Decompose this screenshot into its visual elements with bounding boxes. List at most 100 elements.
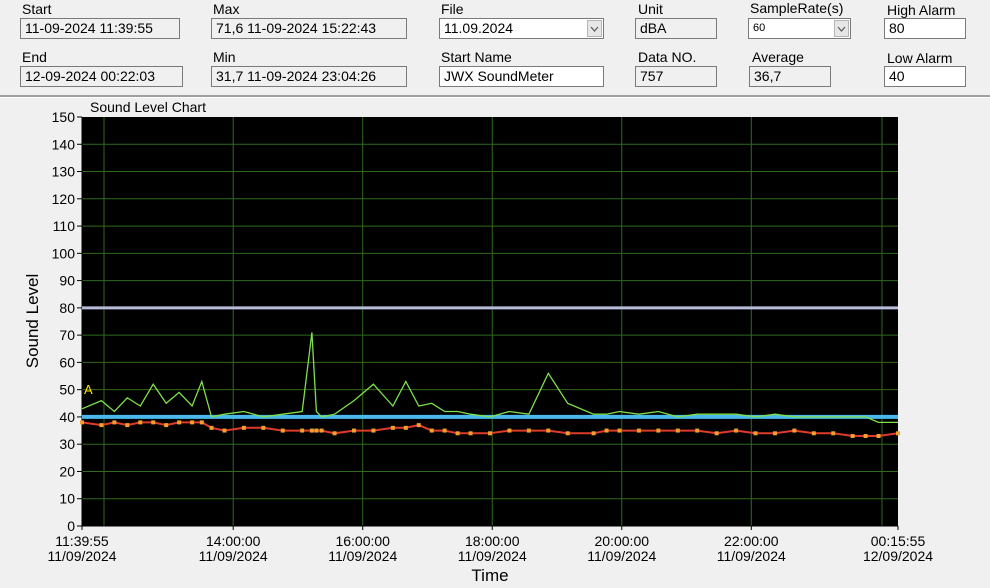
x-tick-date: 11/09/2024 [587, 548, 656, 564]
x-tick-date: 11/09/2024 [47, 548, 116, 564]
data-point [280, 428, 285, 433]
end-field[interactable]: 12-09-2024 00:22:03 [20, 66, 183, 87]
data-point [546, 428, 551, 433]
y-tick-label: 40 [59, 409, 75, 425]
y-tick-label: 120 [52, 191, 76, 207]
low-alarm-label: Low Alarm [887, 50, 953, 66]
data-point [390, 425, 395, 430]
max-field[interactable]: 71,6 11-09-2024 15:22:43 [211, 18, 407, 39]
y-axis-title: Sound Level [23, 274, 42, 369]
data-point [831, 431, 836, 436]
y-tick-label: 100 [52, 245, 76, 261]
data-point [468, 431, 473, 436]
data-point [591, 431, 596, 436]
sample-rate-select[interactable]: 60 [748, 18, 851, 39]
x-tick-time: 18:00:00 [465, 533, 520, 549]
end-label: End [22, 49, 47, 65]
high-alarm-label: High Alarm [887, 2, 956, 18]
data-point [792, 428, 797, 433]
y-tick-label: 90 [59, 273, 75, 289]
data-point [734, 428, 739, 433]
data-no-label: Data NO. [638, 49, 697, 65]
plot-area[interactable] [82, 117, 898, 526]
y-tick-label: 0 [67, 518, 75, 534]
data-point [565, 431, 570, 436]
data-point [199, 420, 204, 425]
y-tick-label: 10 [59, 491, 75, 507]
low-alarm-field[interactable]: 40 [884, 66, 966, 87]
data-point [863, 434, 868, 439]
data-point [896, 431, 900, 436]
data-point [80, 420, 84, 425]
start-name-field[interactable]: JWX SoundMeter [439, 66, 604, 87]
data-point [714, 431, 719, 436]
file-select-value: 11.09.2024 [444, 20, 514, 36]
max-label: Max [213, 1, 240, 17]
data-point [319, 428, 324, 433]
min-field[interactable]: 31,7 11-09-2024 23:04:26 [211, 66, 407, 87]
x-tick-time: 11:39:55 [55, 533, 109, 549]
x-tick-time: 14:00:00 [206, 533, 261, 549]
data-point [209, 425, 214, 430]
y-axis: 0 10 20 30 40 50 60 70 80 90 100 110 120 130 140 150 [52, 109, 83, 534]
y-tick-label: 150 [52, 109, 76, 125]
unit-field[interactable]: dBA [635, 18, 717, 39]
data-point [488, 431, 492, 436]
data-point [526, 428, 531, 433]
data-point [138, 420, 143, 425]
data-point [772, 431, 777, 436]
x-tick-date: 11/09/2024 [328, 548, 397, 564]
start-field[interactable]: 11-09-2024 11:39:55 [20, 18, 180, 39]
data-point [309, 428, 314, 433]
y-tick-label: 70 [59, 327, 75, 343]
x-axis-title: Time [471, 566, 508, 585]
y-tick-label: 140 [52, 136, 76, 152]
y-tick-label: 20 [59, 463, 75, 479]
start-name-label: Start Name [441, 49, 512, 65]
x-tick-time: 22:00:00 [724, 533, 779, 549]
data-point [656, 428, 661, 433]
data-point [371, 428, 376, 433]
marker-label: A [84, 382, 93, 397]
unit-label: Unit [638, 1, 663, 17]
data-point [300, 428, 305, 433]
data-point [429, 428, 434, 433]
data-point [811, 431, 816, 436]
data-point [604, 428, 609, 433]
sample-rate-dropdown-button[interactable] [834, 20, 849, 37]
data-point [151, 420, 156, 425]
average-field[interactable]: 36,7 [749, 66, 831, 87]
y-tick-label: 60 [59, 354, 75, 370]
data-no-field[interactable]: 757 [635, 66, 717, 87]
data-point [177, 420, 182, 425]
data-point [352, 428, 356, 433]
data-point [403, 425, 408, 430]
y-tick-label: 50 [59, 382, 75, 398]
high-alarm-field[interactable]: 80 [884, 18, 966, 39]
sound-level-chart[interactable]: Sound Level Chart 0 10 20 30 40 50 60 70 80 90 100… [0, 97, 990, 588]
y-tick-label: 30 [59, 436, 75, 452]
x-axis: 11:39:5511/09/202414:00:0011/09/202416:0… [47, 525, 933, 564]
data-point [332, 431, 337, 436]
x-tick-time: 00:15:55 [871, 533, 926, 549]
file-dropdown-button[interactable] [587, 20, 602, 37]
chevron-down-icon [590, 26, 599, 32]
data-point [507, 428, 512, 433]
x-tick-date: 11/09/2024 [458, 548, 527, 564]
file-select[interactable]: 11.09.2024 [439, 18, 604, 39]
sample-rate-value: 60 [753, 22, 766, 34]
data-point [222, 428, 227, 433]
data-point [636, 428, 641, 433]
x-tick-date: 11/09/2024 [717, 548, 786, 564]
data-point [99, 423, 104, 428]
data-point [675, 428, 680, 433]
y-tick-label: 110 [53, 218, 76, 234]
y-tick-label: 130 [52, 164, 76, 180]
data-point [314, 428, 319, 433]
data-point [125, 423, 130, 428]
data-point [164, 423, 169, 428]
min-label: Min [213, 49, 236, 65]
x-tick-time: 16:00:00 [335, 533, 390, 549]
data-point [442, 428, 447, 433]
x-tick-date: 11/09/2024 [199, 548, 268, 564]
